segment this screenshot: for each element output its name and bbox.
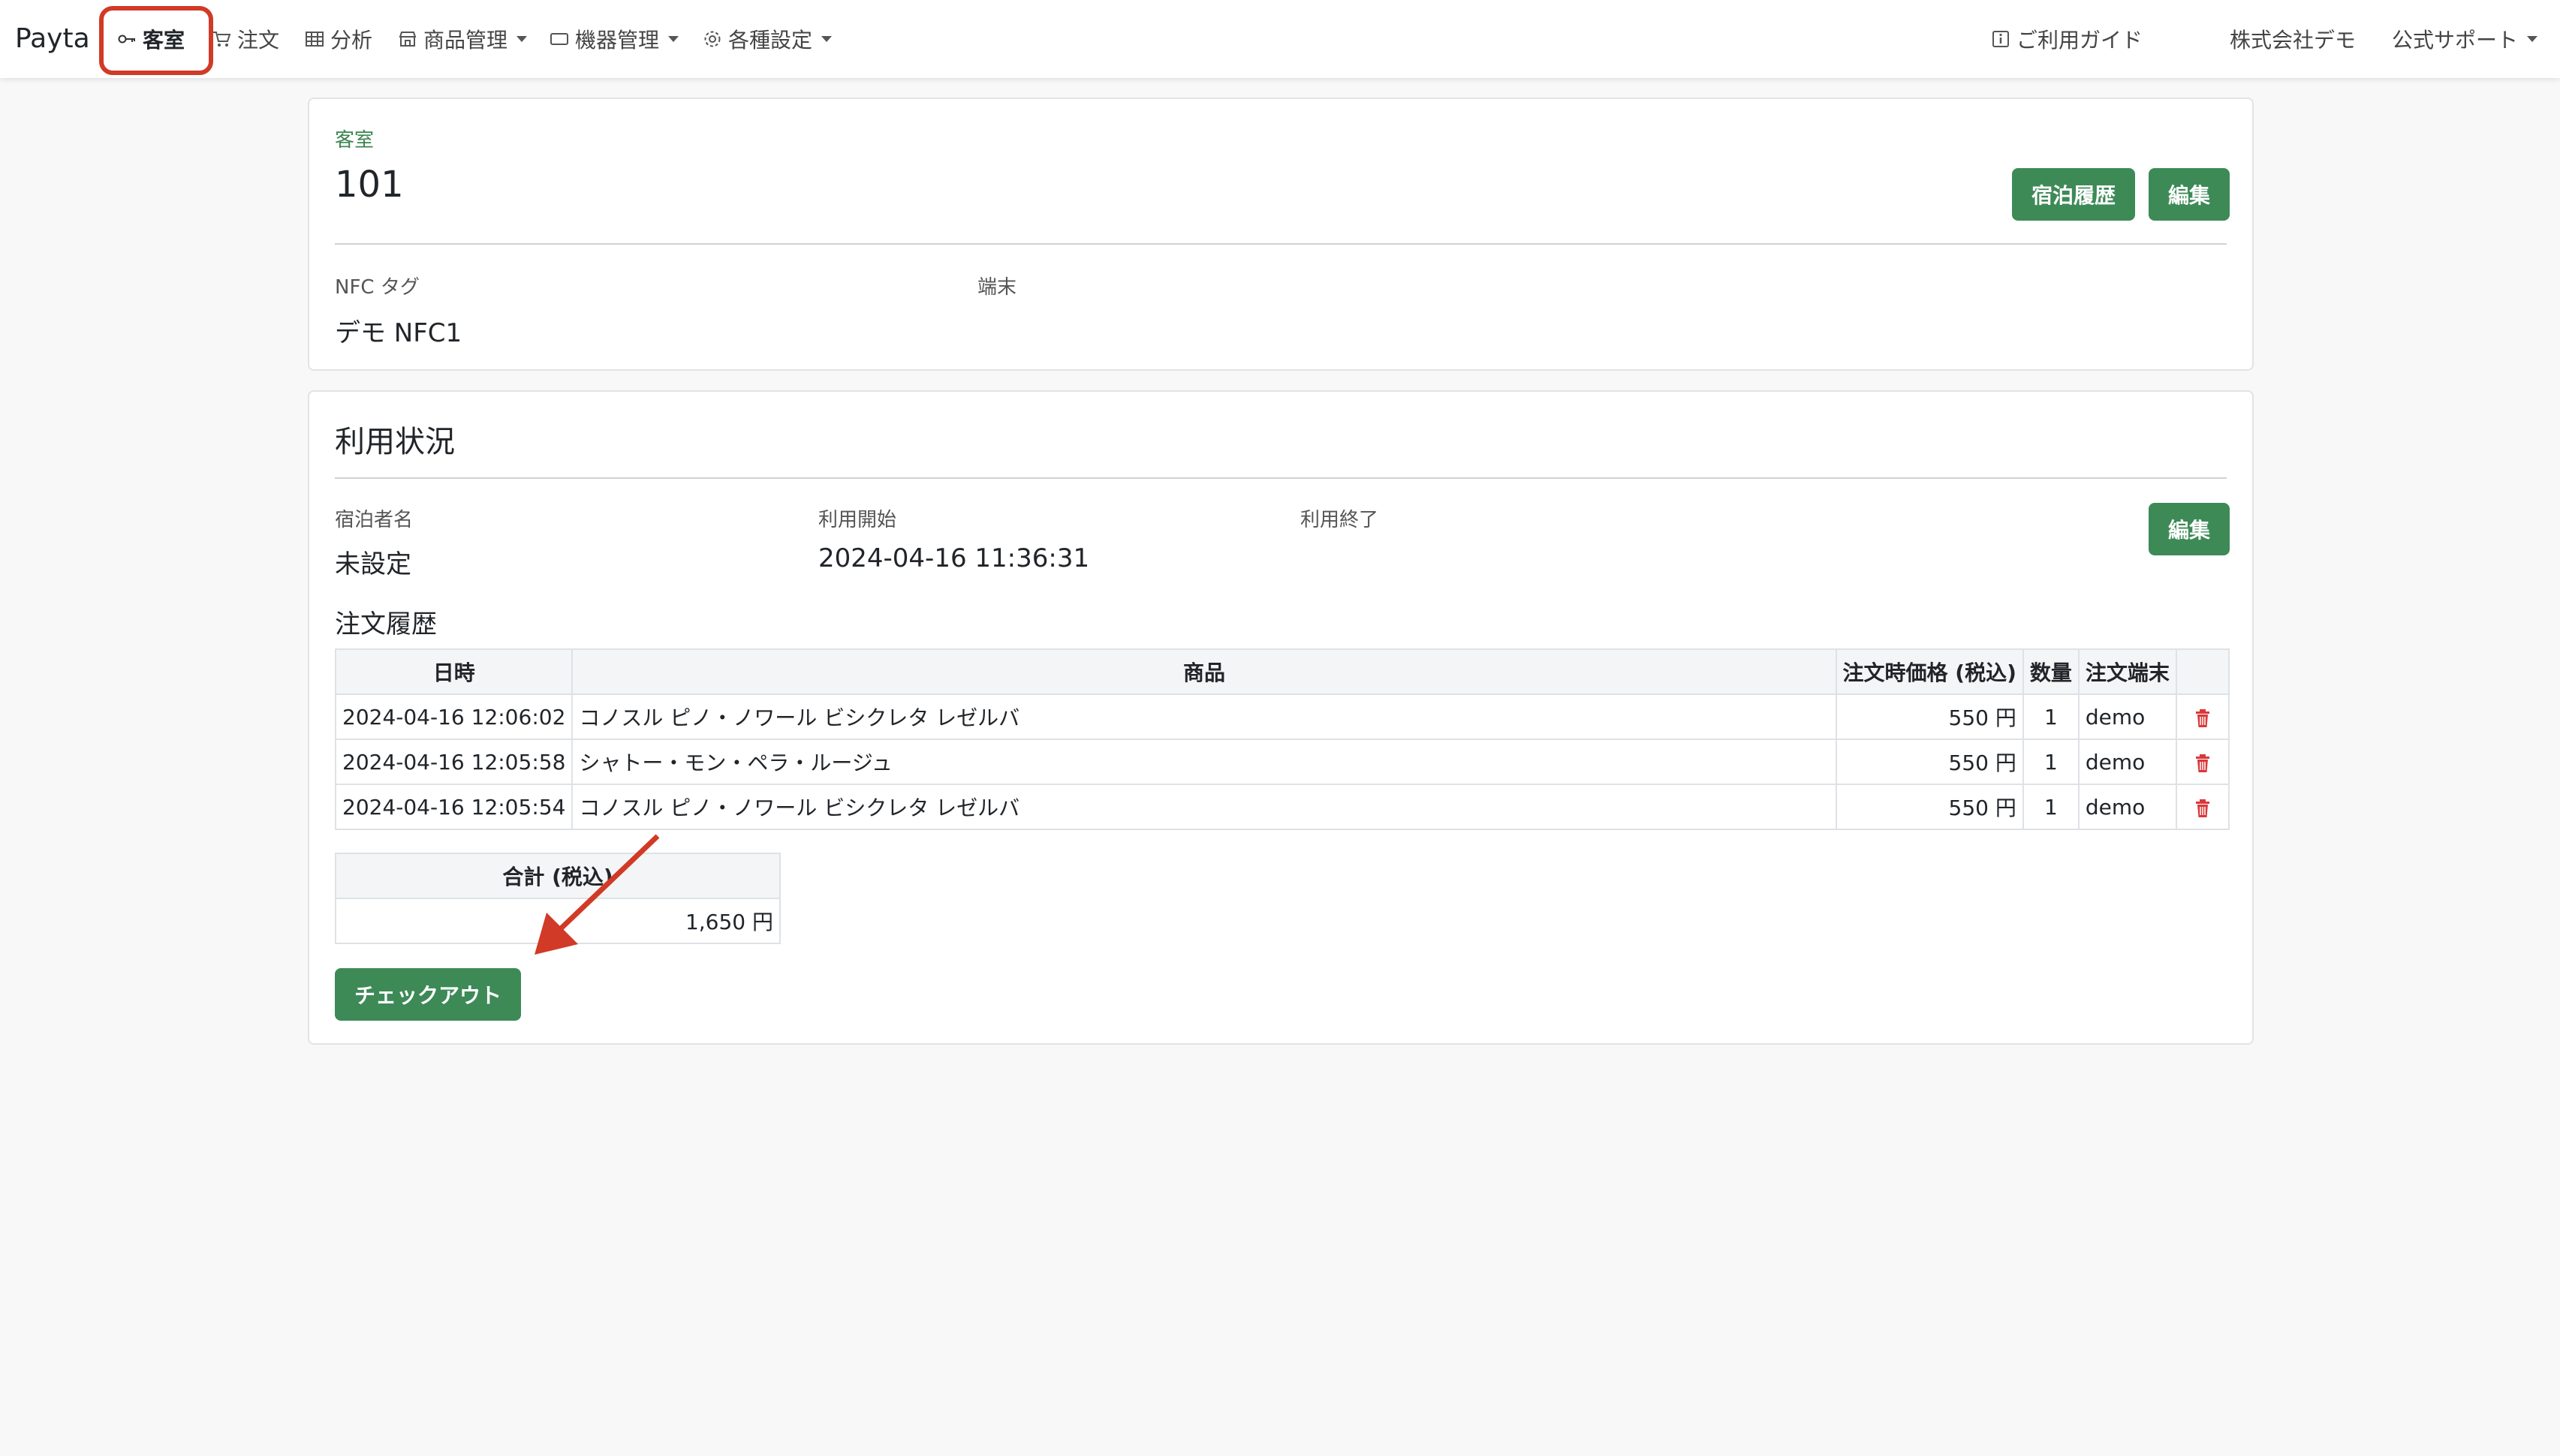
chevron-down-icon: [668, 36, 679, 42]
guest-name-label: 宿泊者名: [335, 509, 414, 531]
delete-order-button[interactable]: [2175, 784, 2230, 830]
usage-card: 利用状況 宿泊者名 未設定 利用開始 2024-04-16 11:36:31 利…: [308, 390, 2254, 1045]
usage-edit-button[interactable]: 編集: [2149, 503, 2230, 555]
table-icon: [306, 32, 324, 47]
delete-order-button[interactable]: [2175, 693, 2230, 740]
usage-start-value: 2024-04-16 11:36:31: [818, 543, 1090, 573]
room-section-label: 客室: [335, 129, 375, 152]
col-price: 注文時価格 (税込): [1835, 648, 2024, 695]
col-datetime: 日時: [334, 648, 574, 695]
total-header: 合計 (税込): [335, 853, 781, 899]
total-value: 1,650 円: [335, 898, 781, 944]
table-row: 2024-04-16 12:05:54 コノスル ピノ・ノワール ビシクレタ レ…: [334, 784, 2230, 830]
nav-guide[interactable]: ご利用ガイド: [1991, 20, 2143, 59]
room-card: 客室 101 宿泊履歴 編集 NFC タグ デモ NFC1 端末: [308, 98, 2254, 371]
delete-order-button[interactable]: [2175, 739, 2230, 785]
table-row: 2024-04-16 12:06:02 コノスル ピノ・ノワール ビシクレタ レ…: [334, 693, 2230, 740]
checkout-button[interactable]: チェックアウト: [335, 968, 521, 1021]
col-actions: [2175, 648, 2230, 695]
nav-support[interactable]: 公式サポート: [2392, 20, 2538, 59]
nfc-tag-label: NFC タグ: [335, 276, 420, 299]
order-datetime: 2024-04-16 12:05:58: [334, 739, 574, 785]
info-icon: [1992, 31, 2009, 47]
brand-logo[interactable]: Payta: [15, 20, 90, 59]
chevron-down-icon: [2527, 36, 2538, 42]
table-row: 2024-04-16 12:05:58 シャトー・モン・ペラ・ルージュ 550 …: [334, 739, 2230, 785]
order-price: 550 円: [1835, 693, 2024, 740]
nav-analytics[interactable]: 分析: [305, 20, 372, 59]
order-qty: 1: [2022, 784, 2080, 830]
col-qty: 数量: [2022, 648, 2080, 695]
nav-products-label: 商品管理: [423, 28, 508, 53]
nav-company-label: 株式会社デモ: [2230, 28, 2357, 53]
chevron-down-icon: [517, 36, 528, 42]
trash-icon: [2195, 754, 2209, 772]
col-product: 商品: [571, 648, 1837, 695]
shop-icon: [399, 32, 417, 47]
order-product: シャトー・モン・ペラ・ルージュ: [571, 739, 1837, 785]
nav-analytics-label: 分析: [330, 28, 373, 53]
annotation-highlight-box: [99, 6, 213, 75]
nav-orders[interactable]: 注文: [212, 20, 279, 59]
divider: [335, 477, 2227, 479]
guest-name-value: 未設定: [335, 549, 411, 579]
order-product: コノスル ピノ・ノワール ビシクレタ レゼルバ: [571, 784, 1837, 830]
usage-end-label: 利用終了: [1300, 509, 1379, 531]
order-datetime: 2024-04-16 12:06:02: [334, 693, 574, 740]
device-icon: [550, 33, 568, 45]
gear-icon: [704, 31, 721, 47]
cart-icon: [213, 32, 231, 47]
nav-settings[interactable]: 各種設定: [703, 20, 833, 59]
usage-title: 利用状況: [335, 425, 455, 459]
trash-icon: [2195, 708, 2209, 727]
order-terminal: demo: [2077, 784, 2177, 830]
top-navbar: Payta 客室 注文 分析 商品管理 機器管理 各種設定 ご利用ガイド 株式会…: [0, 0, 2560, 78]
nav-company[interactable]: 株式会社デモ: [2230, 20, 2356, 59]
chevron-down-icon: [821, 36, 833, 42]
order-terminal: demo: [2077, 739, 2177, 785]
stay-history-button[interactable]: 宿泊履歴: [2012, 168, 2135, 221]
nav-guide-label: ご利用ガイド: [2016, 28, 2143, 53]
nav-support-label: 公式サポート: [2392, 28, 2519, 53]
order-product: コノスル ピノ・ノワール ビシクレタ レゼルバ: [571, 693, 1837, 740]
room-edit-button[interactable]: 編集: [2149, 168, 2230, 221]
divider: [335, 243, 2227, 245]
order-datetime: 2024-04-16 12:05:54: [334, 784, 574, 830]
order-qty: 1: [2022, 693, 2080, 740]
order-history-table: 日時 商品 注文時価格 (税込) 数量 注文端末 2024-04-16 12:0…: [334, 648, 2230, 830]
order-price: 550 円: [1835, 739, 2024, 785]
room-number: 101: [335, 164, 404, 206]
order-qty: 1: [2022, 739, 2080, 785]
total-table: 合計 (税込) 1,650 円: [335, 853, 781, 944]
nav-settings-label: 各種設定: [728, 28, 813, 53]
total-value-row: 1,650 円: [335, 898, 781, 944]
col-terminal: 注文端末: [2077, 648, 2177, 695]
nav-orders-label: 注文: [237, 28, 280, 53]
terminal-label: 端末: [977, 276, 1017, 299]
order-price: 550 円: [1835, 784, 2024, 830]
usage-start-label: 利用開始: [818, 509, 897, 531]
nav-devices-label: 機器管理: [575, 28, 660, 53]
table-header-row: 日時 商品 注文時価格 (税込) 数量 注文端末: [334, 648, 2230, 695]
nfc-tag-value: デモ NFC1: [335, 318, 462, 348]
nav-devices[interactable]: 機器管理: [550, 20, 679, 59]
order-history-title: 注文履歴: [335, 609, 437, 639]
order-terminal: demo: [2077, 693, 2177, 740]
total-header-row: 合計 (税込): [335, 853, 781, 899]
trash-icon: [2195, 799, 2209, 817]
nav-products[interactable]: 商品管理: [398, 20, 528, 59]
